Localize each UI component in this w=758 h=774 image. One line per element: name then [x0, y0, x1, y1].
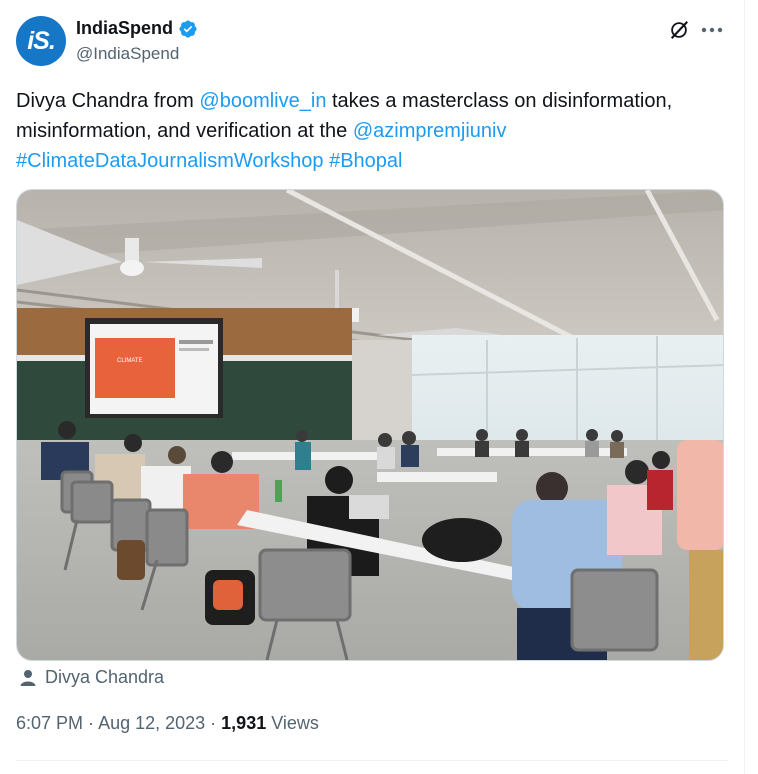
mention-link[interactable]: @boomlive_in [199, 90, 326, 112]
tweet-photo[interactable]: CLIMATE [16, 189, 724, 661]
hashtag-link[interactable]: #Bhopal [329, 150, 402, 172]
tweet-time[interactable]: 6:07 PM [16, 713, 83, 733]
meta-separator: · [205, 713, 222, 733]
tweet-header: iS. IndiaSpend @IndiaSpend [16, 16, 728, 68]
slide-heading: CLIMATE [117, 358, 143, 364]
hashtag-link[interactable]: #ClimateDataJournalismWorkshop [16, 150, 324, 172]
timeline-divider [744, 0, 745, 774]
avatar-logo-text: iS. [27, 26, 56, 55]
tweet-text: Divya Chandra from @boomlive_in takes a … [16, 86, 736, 176]
more-options-icon[interactable] [700, 20, 724, 40]
person-icon [20, 669, 36, 686]
views-count: 1,931 [221, 713, 267, 733]
handle[interactable]: @IndiaSpend [76, 44, 179, 64]
name-row: IndiaSpend [76, 18, 198, 39]
tagged-user-name: Divya Chandra [45, 667, 165, 687]
mention-link[interactable]: @azimpremjiuniv [353, 120, 507, 142]
views-label: Views [266, 713, 319, 733]
classroom-photo: CLIMATE [17, 190, 723, 660]
grok-icon[interactable] [668, 19, 690, 41]
avatar[interactable]: iS. [16, 16, 66, 66]
meta-separator: · [83, 713, 99, 733]
tagged-user[interactable]: Divya Chandra [19, 667, 164, 688]
display-name[interactable]: IndiaSpend [76, 18, 173, 39]
divider [16, 760, 728, 761]
verified-badge-icon[interactable] [178, 19, 198, 39]
tweet-date[interactable]: Aug 12, 2023 [98, 713, 205, 733]
tweet-meta: 6:07 PM · Aug 12, 2023 · 1,931 Views [16, 713, 319, 734]
tweet-text-part: Divya Chandra from [16, 90, 200, 112]
